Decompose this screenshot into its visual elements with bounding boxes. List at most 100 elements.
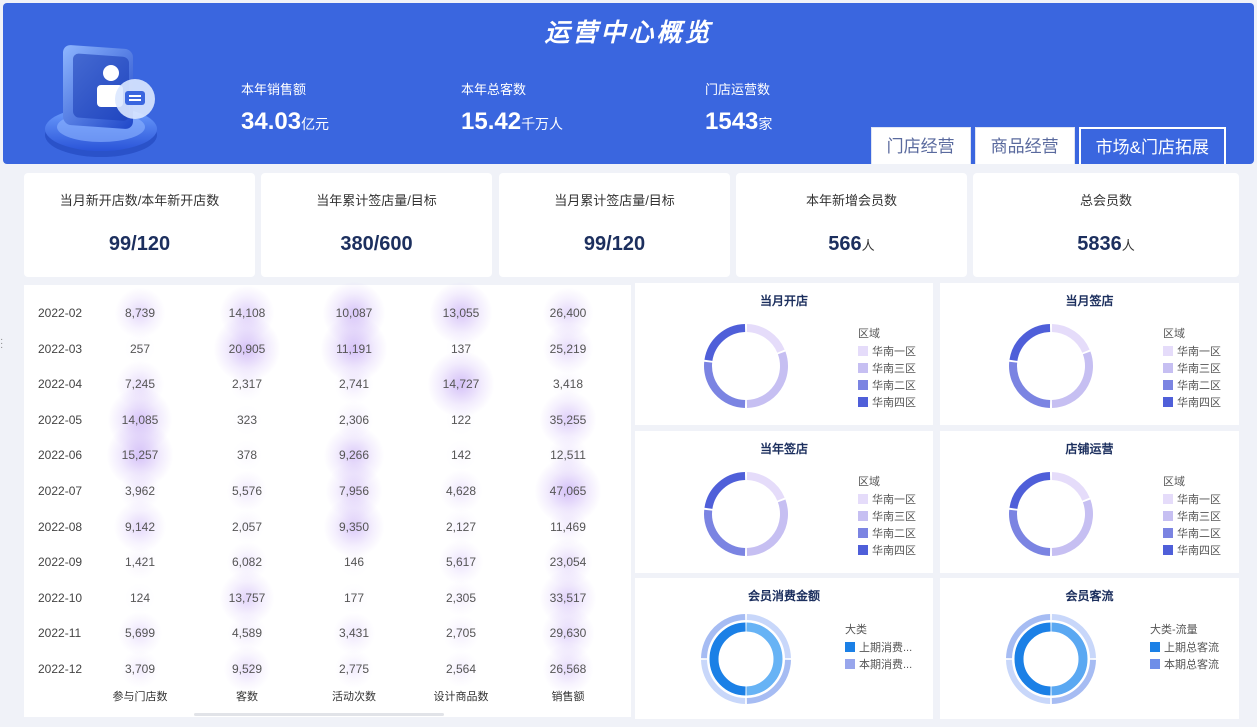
donut-segment[interactable] xyxy=(1051,499,1093,556)
legend-item[interactable]: 上期总客流 xyxy=(1150,638,1219,655)
table-cell: 9,350 xyxy=(338,519,370,534)
donut-segment[interactable] xyxy=(1009,361,1051,408)
donut-chart[interactable] xyxy=(996,459,1106,569)
table-cell: 124 xyxy=(129,590,151,605)
legend-label: 华南四区 xyxy=(1177,544,1221,557)
legend-swatch xyxy=(1163,510,1173,521)
table-cell: 2,306 xyxy=(338,412,370,427)
row-date: 2022-03 xyxy=(38,341,83,356)
user-badge-icon xyxy=(45,45,157,157)
donut-panel: 当月签店 区域 华南一区 华南三区 华南二区 华南四区 xyxy=(940,283,1239,425)
table-row: 2022-10 124 13,757 177 2,305 33,517 xyxy=(24,569,631,626)
legend-item[interactable]: 上期消费... xyxy=(845,638,912,655)
legend-item[interactable]: 华南三区 xyxy=(1163,359,1221,376)
legend-label: 上期总客流 xyxy=(1164,641,1219,654)
donut-segment[interactable] xyxy=(704,324,746,362)
donut-panel: 店铺运营 区域 华南一区 华南三区 华南二区 华南四区 xyxy=(940,431,1239,573)
tab-store-operations[interactable]: 门店经营 xyxy=(870,127,971,164)
panel-title: 会员客流 xyxy=(1065,589,1114,603)
table-row: 2022-06 15,257 378 9,266 142 12,511 xyxy=(24,422,631,489)
donut-segment[interactable] xyxy=(1051,324,1090,353)
legend-item[interactable]: 华南二区 xyxy=(1163,524,1221,541)
legend-item[interactable]: 华南一区 xyxy=(858,342,916,359)
stat-value: 566人 xyxy=(828,233,875,255)
donut-chart[interactable] xyxy=(996,604,1106,714)
stat-card-new-stores: 当月新开店数/本年新开店数 99/120 xyxy=(24,173,255,277)
table-cell: 2,317 xyxy=(231,377,263,392)
legend-item[interactable]: 华南三区 xyxy=(858,359,916,376)
legend-swatch xyxy=(1163,379,1173,390)
table-cell: 1,421 xyxy=(124,555,156,570)
legend-item[interactable]: 华南三区 xyxy=(1163,507,1221,524)
donut-segment[interactable] xyxy=(1051,472,1090,501)
page-title: 运营中心概览 xyxy=(544,19,713,47)
table-cell: 378 xyxy=(236,448,258,463)
tab-product-operations[interactable]: 商品经营 xyxy=(974,127,1075,164)
legend-item[interactable]: 本期消费... xyxy=(845,655,912,672)
donut-panel: 会员消费金额 大类 上期消费... 本期消费... xyxy=(635,578,933,719)
tab-market-expansion[interactable]: 市场&门店拓展 xyxy=(1078,127,1226,164)
legend-item[interactable]: 华南一区 xyxy=(1163,342,1221,359)
legend-label: 华南二区 xyxy=(1177,379,1221,392)
legend-item[interactable]: 华南二区 xyxy=(858,524,916,541)
legend-label: 华南三区 xyxy=(1177,362,1221,375)
donut-segment[interactable] xyxy=(1014,622,1051,696)
legend-item[interactable]: 华南四区 xyxy=(1163,541,1221,558)
donut-chart[interactable] xyxy=(691,459,801,569)
donut-segment[interactable] xyxy=(704,472,746,510)
legend-title: 大类-流量 xyxy=(1150,624,1198,636)
donut-segment[interactable] xyxy=(704,509,746,556)
horizontal-scrollbar[interactable] xyxy=(194,713,444,716)
table-row: 2022-04 7,245 2,317 2,741 14,727 3,418 xyxy=(24,351,631,418)
donut-segment[interactable] xyxy=(1051,351,1093,408)
table-cell: 26,400 xyxy=(549,306,587,320)
donut-segment[interactable] xyxy=(746,499,788,556)
table-cell: 47,065 xyxy=(549,484,587,498)
donut-segment[interactable] xyxy=(746,351,788,408)
donut-segment[interactable] xyxy=(746,622,783,696)
table-cell: 323 xyxy=(236,412,258,427)
legend-item[interactable]: 华南四区 xyxy=(858,393,916,410)
donut-segment[interactable] xyxy=(746,472,785,501)
legend-item[interactable]: 华南四区 xyxy=(1163,393,1221,410)
donut-chart[interactable] xyxy=(996,311,1106,421)
table-cell: 33,517 xyxy=(549,590,587,605)
drag-handle-icon[interactable]: · · · xyxy=(0,335,3,353)
kpi-annual-customers: 本年总客数 15.42千万人 xyxy=(461,79,563,136)
legend-item[interactable]: 本期总客流 xyxy=(1150,655,1219,672)
kpi-unit: 千万人 xyxy=(521,116,564,132)
kpi-label: 本年总客数 xyxy=(461,82,527,97)
table-cell: 15,257 xyxy=(121,448,159,463)
legend-item[interactable]: 华南三区 xyxy=(858,507,916,524)
table-cell: 5,576 xyxy=(231,484,263,498)
stat-card-new-members: 本年新增会员数 566人 xyxy=(736,173,967,277)
donut-segment[interactable] xyxy=(709,622,746,696)
legend-swatch xyxy=(858,544,868,555)
table-cell: 35,255 xyxy=(549,412,587,427)
donut-segment[interactable] xyxy=(746,324,785,353)
legend-item[interactable]: 华南四区 xyxy=(858,541,916,558)
legend-item[interactable]: 华南二区 xyxy=(858,376,916,393)
donut-chart[interactable] xyxy=(691,604,801,714)
donut-segment[interactable] xyxy=(1009,472,1051,510)
donut-segment[interactable] xyxy=(1009,324,1051,362)
legend-label: 本期总客流 xyxy=(1164,658,1219,671)
legend-title: 区域 xyxy=(858,328,880,340)
table-cell: 14,085 xyxy=(121,412,159,427)
legend-item[interactable]: 华南一区 xyxy=(1163,490,1221,507)
column-header: 客数 xyxy=(236,691,258,703)
legend-label: 上期消费... xyxy=(859,641,913,654)
legend-label: 华南三区 xyxy=(1177,510,1221,523)
donut-segment[interactable] xyxy=(1051,622,1088,696)
stat-card-total-members: 总会员数 5836人 xyxy=(973,173,1239,277)
table-cell: 10,087 xyxy=(335,306,373,320)
legend-label: 华南三区 xyxy=(872,510,916,523)
donut-segment[interactable] xyxy=(704,361,746,408)
legend-swatch xyxy=(1163,362,1173,373)
legend-item[interactable]: 华南一区 xyxy=(858,490,916,507)
panel-title: 会员消费金额 xyxy=(747,589,820,603)
donut-chart[interactable] xyxy=(691,311,801,421)
stat-value: 380/600 xyxy=(340,233,413,255)
donut-segment[interactable] xyxy=(1009,509,1051,556)
legend-item[interactable]: 华南二区 xyxy=(1163,376,1221,393)
